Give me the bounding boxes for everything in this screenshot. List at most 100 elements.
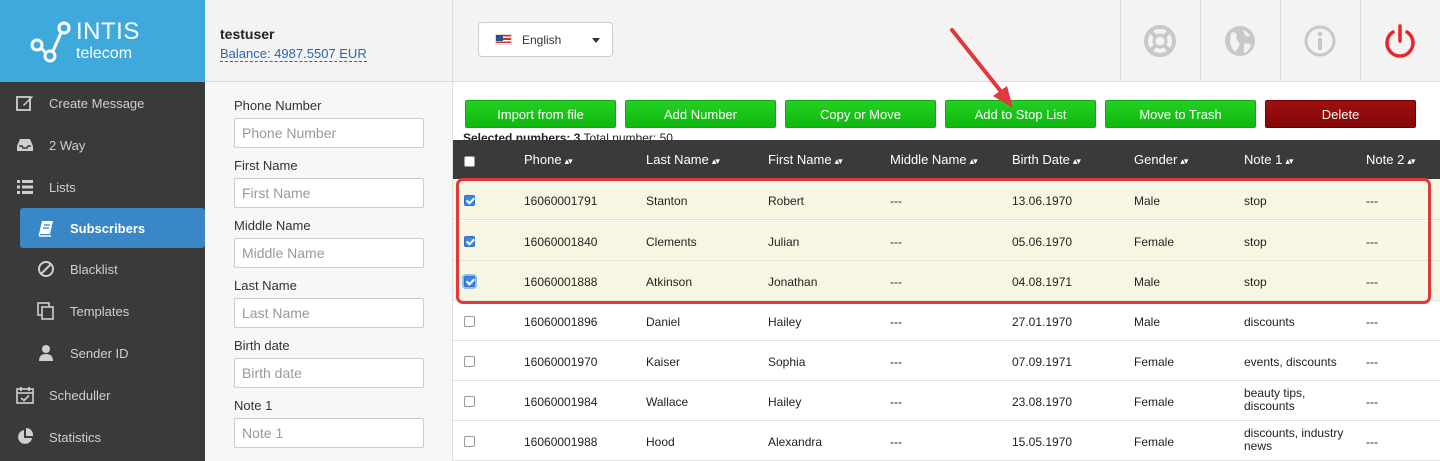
- last-name-input[interactable]: [234, 298, 424, 328]
- cell-birth-date: 27.01.1970: [1012, 315, 1073, 329]
- cell-gender: Male: [1134, 315, 1161, 329]
- sort-icon: ▴▾: [1180, 156, 1188, 166]
- column-note-1[interactable]: Note 1 ▴▾: [1244, 152, 1293, 167]
- cell-middle-name: ---: [890, 355, 902, 369]
- sort-icon: ▴▾: [969, 156, 978, 166]
- birth-date-input[interactable]: [234, 358, 424, 388]
- sidebar-item-templates[interactable]: Templates: [0, 291, 205, 331]
- language-select[interactable]: English: [478, 22, 613, 57]
- table-row[interactable]: 16060001988 Hood Alexandra --- 15.05.197…: [453, 421, 1440, 461]
- note-1-input[interactable]: [234, 418, 424, 448]
- table-row[interactable]: 16060001970 Kaiser Sophia --- 07.09.1971…: [453, 341, 1440, 381]
- brand-logo[interactable]: INTIS telecom: [0, 0, 205, 82]
- cell-birth-date: 15.05.1970: [1012, 435, 1073, 449]
- info-button[interactable]: [1280, 0, 1360, 82]
- table-row[interactable]: 16060001896 Daniel Hailey --- 27.01.1970…: [453, 301, 1440, 341]
- add-to-stop-list-button[interactable]: Add to Stop List: [945, 100, 1096, 128]
- sidebar-item-label: Create Message: [49, 95, 145, 111]
- middle-name-input[interactable]: [234, 238, 424, 268]
- edit-icon: [16, 96, 33, 111]
- table-row[interactable]: 16060001984 Wallace Hailey --- 23.08.197…: [453, 381, 1440, 421]
- cell-middle-name: ---: [890, 275, 902, 289]
- user-info: testuser Balance: 4987.5507 EUR: [220, 26, 367, 62]
- sidebar-item-label: Templates: [70, 303, 130, 319]
- cell-note-1: events, discounts: [1244, 355, 1337, 369]
- sidebar-item-scheduller[interactable]: Scheduller: [0, 375, 205, 415]
- column-phone[interactable]: Phone ▴▾: [524, 152, 573, 167]
- column-gender[interactable]: Gender ▴▾: [1134, 152, 1188, 167]
- row-checkbox[interactable]: [464, 316, 475, 327]
- copy-icon: [37, 302, 54, 320]
- balance-link[interactable]: Balance: 4987.5507 EUR: [220, 46, 367, 62]
- header-divider: [452, 0, 453, 82]
- lifebuoy-icon: [1144, 25, 1176, 57]
- cell-middle-name: ---: [890, 435, 902, 449]
- cell-gender: Female: [1134, 395, 1175, 409]
- sidebar-item-subscribers[interactable]: Subscribers: [20, 208, 205, 248]
- import-from-file-button[interactable]: Import from file: [465, 100, 616, 128]
- sidebar-item-statistics[interactable]: Statistics: [0, 417, 205, 457]
- cell-note-2: ---: [1366, 194, 1378, 208]
- row-checkbox[interactable]: [464, 236, 475, 247]
- note-1-label: Note 1: [234, 398, 273, 413]
- row-checkbox[interactable]: [464, 276, 475, 287]
- last-name-label: Last Name: [234, 278, 297, 293]
- brand-name: INTIS: [76, 18, 140, 45]
- cell-middle-name: ---: [890, 395, 902, 409]
- cell-birth-date: 23.08.1970: [1012, 395, 1073, 409]
- add-number-button[interactable]: Add Number: [625, 100, 776, 128]
- main-content: Import from file Add Number Copy or Move…: [453, 82, 1440, 461]
- table-row[interactable]: 16060001888 Atkinson Jonathan --- 04.08.…: [453, 261, 1440, 301]
- move-to-trash-button[interactable]: Move to Trash: [1105, 100, 1256, 128]
- cell-birth-date: 04.08.1971: [1012, 275, 1073, 289]
- username: testuser: [220, 26, 275, 42]
- cell-note-2: ---: [1366, 435, 1378, 449]
- sidebar-item-2-way[interactable]: 2 Way: [0, 125, 205, 165]
- chevron-down-icon: [592, 38, 600, 43]
- cell-first-name: Robert: [768, 194, 805, 208]
- first-name-label: First Name: [234, 158, 298, 173]
- filter-panel: Phone Number First Name Middle Name Last…: [205, 82, 453, 461]
- table-row[interactable]: 16060001840 Clements Julian --- 05.06.19…: [453, 221, 1440, 261]
- row-checkbox[interactable]: [464, 356, 475, 367]
- sidebar-item-create-message[interactable]: Create Message: [0, 83, 205, 123]
- column-middle-name[interactable]: Middle Name ▴▾: [890, 152, 978, 167]
- cell-phone: 16060001840: [524, 235, 598, 249]
- row-checkbox[interactable]: [464, 195, 475, 206]
- column-last-name[interactable]: Last Name ▴▾: [646, 152, 720, 167]
- cell-gender: Male: [1134, 275, 1161, 289]
- inbox-icon: [17, 139, 33, 151]
- sort-icon: ▴▾: [1407, 156, 1415, 166]
- sidebar-item-blacklist[interactable]: Blacklist: [0, 249, 205, 289]
- row-checkbox[interactable]: [464, 396, 475, 407]
- middle-name-label: Middle Name: [234, 218, 311, 233]
- first-name-input[interactable]: [234, 178, 424, 208]
- cell-last-name: Wallace: [646, 395, 689, 409]
- logout-button[interactable]: [1360, 0, 1440, 82]
- support-button[interactable]: [1120, 0, 1200, 82]
- phone-number-label: Phone Number: [234, 98, 322, 113]
- cell-first-name: Jonathan: [768, 275, 818, 289]
- sidebar-item-lists[interactable]: Lists: [0, 167, 205, 207]
- globe-button[interactable]: [1200, 0, 1280, 82]
- select-all-checkbox[interactable]: [464, 156, 475, 167]
- sidebar-item-label: Blacklist: [70, 261, 118, 277]
- column-note-2[interactable]: Note 2 ▴▾: [1366, 152, 1415, 167]
- phone-number-input[interactable]: [234, 118, 424, 148]
- row-checkbox[interactable]: [464, 436, 475, 447]
- table-row[interactable]: 16060001791 Stanton Robert --- 13.06.197…: [453, 180, 1440, 220]
- calendar-icon: [16, 387, 34, 404]
- cell-gender: Female: [1134, 435, 1175, 449]
- cell-birth-date: 05.06.1970: [1012, 235, 1073, 249]
- cell-phone: 16060001988: [524, 435, 598, 449]
- sidebar-item-sender-id[interactable]: Sender ID: [0, 333, 205, 373]
- column-birth-date[interactable]: Birth Date ▴▾: [1012, 152, 1081, 167]
- cell-middle-name: ---: [890, 315, 902, 329]
- cell-phone: 16060001896: [524, 315, 598, 329]
- cell-middle-name: ---: [890, 194, 902, 208]
- column-first-name[interactable]: First Name ▴▾: [768, 152, 843, 167]
- cell-last-name: Hood: [646, 435, 675, 449]
- copy-or-move-button[interactable]: Copy or Move: [785, 100, 936, 128]
- delete-button[interactable]: Delete: [1265, 100, 1416, 128]
- top-header: testuser Balance: 4987.5507 EUR English: [205, 0, 1440, 82]
